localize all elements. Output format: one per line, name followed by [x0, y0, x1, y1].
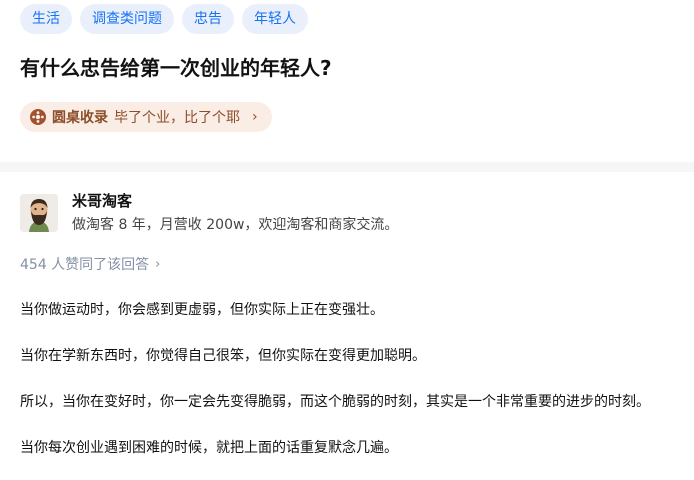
- topic-tag[interactable]: 生活: [20, 4, 72, 34]
- topic-tags: 生活 调查类问题 忠告 年轻人: [20, 4, 308, 34]
- section-divider: [0, 162, 694, 172]
- answer-content: 当你做运动时，你会感到更虚弱，但你实际上正在变强壮。 当你在学新东西时，你觉得自…: [20, 298, 680, 480]
- answer-card: 米哥淘客 做淘客 8 年，月营收 200w，欢迎淘客和商家交流。 454 人赞同…: [0, 172, 694, 480]
- topic-tag[interactable]: 忠告: [182, 4, 234, 34]
- bearded-man-avatar: [20, 194, 58, 232]
- roundtable-icon: [30, 109, 46, 125]
- voters-link[interactable]: 454 人赞同了该回答 ›: [20, 254, 160, 274]
- topic-tag[interactable]: 年轻人: [242, 4, 308, 34]
- answer-paragraph: 当你每次创业遇到困难的时候，就把上面的话重复默念几遍。: [20, 440, 398, 456]
- question-header: 生活 调查类问题 忠告 年轻人 有什么忠告给第一次创业的年轻人? 圆桌收录 毕了…: [0, 0, 694, 162]
- answer-paragraph: 所以，当你在变好时，你一定会先变得脆弱，而这个脆弱的时刻，其实是一个非常重要的进…: [20, 394, 650, 410]
- question-title[interactable]: 有什么忠告给第一次创业的年轻人?: [20, 52, 332, 84]
- answer-paragraph: 当你在学新东西时，你觉得自己很笨，但你实际在变得更加聪明。: [20, 348, 426, 364]
- topic-tag[interactable]: 调查类问题: [80, 4, 174, 34]
- roundtable-label: 圆桌收录: [52, 110, 108, 126]
- avatar[interactable]: [20, 194, 58, 232]
- roundtable-description: 毕了个业，比了个耶: [114, 110, 240, 126]
- author-bio: 做淘客 8 年，月营收 200w，欢迎淘客和商家交流。: [72, 217, 399, 233]
- chevron-right-icon: ›: [252, 109, 258, 125]
- chevron-right-icon: ›: [155, 256, 161, 272]
- voters-count: 454 人赞同了该回答: [20, 257, 150, 273]
- answer-paragraph: 当你做运动时，你会感到更虚弱，但你实际上正在变强壮。: [20, 302, 384, 318]
- author-name[interactable]: 米哥淘客: [72, 190, 132, 211]
- roundtable-chip[interactable]: 圆桌收录 毕了个业，比了个耶 ›: [20, 102, 272, 132]
